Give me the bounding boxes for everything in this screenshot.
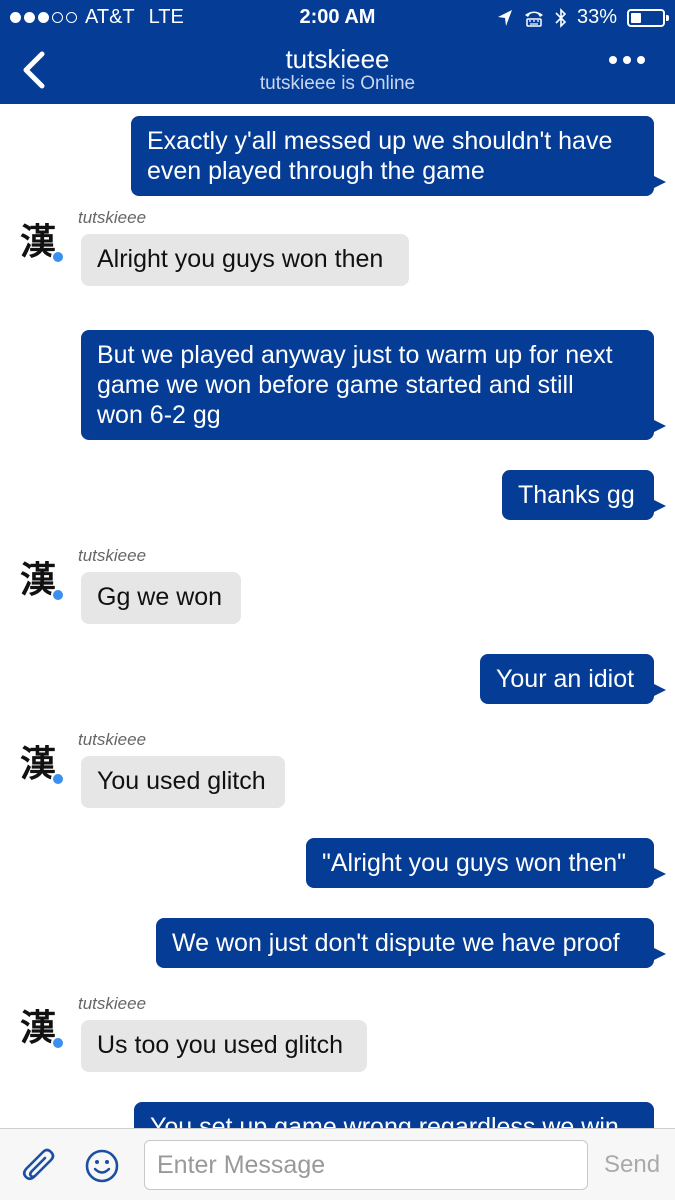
online-indicator — [51, 588, 65, 602]
status-bar: AT&T LTE 2:00 AM 33% — [0, 0, 675, 36]
message-text-line: Gg we won — [97, 583, 223, 611]
sender-name: tutskieee — [78, 994, 147, 1013]
online-status: tutskieee is Online — [259, 73, 416, 94]
bubble-tail — [654, 868, 666, 880]
emoji-button[interactable] — [84, 1148, 120, 1184]
message-text-line: Your an idiot — [496, 665, 635, 693]
message-input[interactable] — [144, 1140, 588, 1190]
more-options-button[interactable] — [609, 56, 645, 64]
message-bubble[interactable]: Thanks gg — [502, 470, 654, 520]
message-bubble[interactable]: We won just don't dispute we have proof — [156, 918, 654, 968]
message-text-line: You used glitch — [97, 767, 266, 795]
online-indicator — [51, 1036, 65, 1050]
smiley-icon — [85, 1149, 119, 1183]
message-text-line: Thanks gg — [518, 481, 635, 509]
online-indicator — [51, 772, 65, 786]
message-text-line: "Alright you guys won then" — [322, 849, 627, 877]
battery-icon — [627, 8, 669, 27]
message-bubble[interactable]: You used glitch — [81, 756, 285, 808]
bubble-tail — [654, 500, 666, 512]
paperclip-icon — [22, 1148, 55, 1181]
message-list[interactable]: Exactly y'all messed up we shouldn't hav… — [0, 104, 675, 1128]
battery-fill — [631, 12, 641, 23]
more-dots-icon — [609, 56, 617, 64]
conversation-header: AT&T LTE 2:00 AM 33% tutskieee tutskieee… — [0, 0, 675, 104]
bubble-tail — [654, 176, 666, 188]
sender-name: tutskieee — [78, 730, 147, 749]
bluetooth-icon — [555, 7, 567, 28]
message-bubble[interactable]: Gg we won — [81, 572, 241, 624]
message-composer: Send — [0, 1128, 675, 1200]
tty-icon — [524, 11, 543, 27]
message-bubble[interactable]: You set up game wrong regardless we win — [134, 1102, 654, 1128]
online-indicator — [51, 250, 65, 264]
message-bubble[interactable]: Exactly y'all messed up we shouldn't hav… — [131, 116, 654, 196]
nav-bar: tutskieee tutskieee is Online — [0, 36, 675, 104]
attach-button[interactable] — [20, 1147, 60, 1187]
message-text-line: Exactly y'all messed up we shouldn't hav… — [147, 127, 613, 155]
bubble-tail — [654, 420, 666, 432]
message-bubble[interactable]: "Alright you guys won then" — [306, 838, 654, 888]
message-text-line: Us too you used glitch — [97, 1031, 343, 1059]
sender-name: tutskieee — [78, 546, 147, 565]
message-text-line: But we played anyway just to warm up for… — [97, 341, 613, 369]
message-text-line: We won just don't dispute we have proof — [172, 929, 620, 957]
battery-percent: 33% — [576, 6, 617, 28]
message-text-line: won 6-2 gg — [97, 401, 221, 429]
bubble-tail — [654, 948, 666, 960]
message-bubble[interactable]: Your an idiot — [480, 654, 654, 704]
message-bubble[interactable]: Alright you guys won then — [81, 234, 409, 286]
location-icon — [497, 9, 512, 26]
conversation-title: tutskieee — [285, 44, 390, 74]
bubble-tail — [654, 684, 666, 696]
message-text-line: You set up game wrong regardless we win — [150, 1113, 619, 1128]
message-text-line: even played through the game — [147, 157, 485, 185]
status-right: 33% — [497, 6, 669, 29]
message-text-line: game we won before game started and stil… — [97, 371, 574, 399]
message-bubble[interactable]: Us too you used glitch — [81, 1020, 367, 1072]
message-text-line: Alright you guys won then — [97, 245, 384, 273]
send-button[interactable]: Send — [604, 1151, 660, 1179]
message-bubble[interactable]: But we played anyway just to warm up for… — [81, 330, 654, 440]
sender-name: tutskieee — [78, 208, 147, 227]
